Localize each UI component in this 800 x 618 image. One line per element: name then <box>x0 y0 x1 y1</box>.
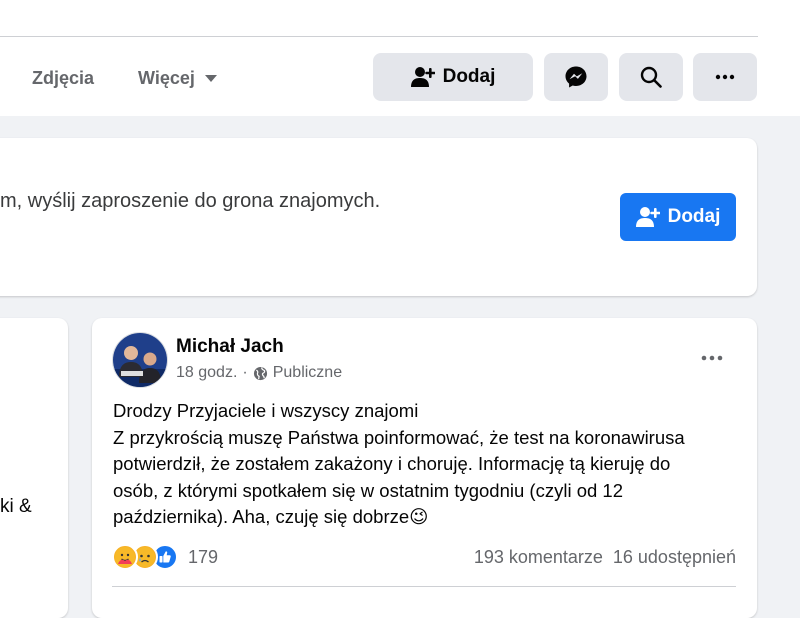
post-meta: 18 godz. · Publiczne <box>176 364 342 382</box>
intro-snippet: ki & <box>0 496 32 517</box>
post-stats: 193 komentarze 16 udostępnień <box>474 547 736 568</box>
add-friend-prompt: m, wyślij zaproszenie do grona znajomych… <box>0 190 381 212</box>
wink-emoji-icon: 😉 <box>409 506 429 527</box>
post-line: Drodzy Przyjaciele i wszyscy znajomi <box>113 400 419 421</box>
post-timestamp[interactable]: 18 godz. <box>176 364 237 382</box>
care-reaction-icon <box>112 544 138 570</box>
more-dots-icon <box>715 74 735 80</box>
post-line: października). Aha, czuję się dobrze <box>113 506 410 527</box>
more-dots-icon <box>701 355 723 361</box>
tab-more-label: Więcej <box>138 68 195 88</box>
more-options-button[interactable] <box>693 53 757 101</box>
post-divider <box>112 586 736 587</box>
add-friend-icon <box>410 67 435 87</box>
comments-count-link[interactable]: 193 komentarze <box>474 547 603 568</box>
shares-count-link[interactable]: 16 udostępnień <box>613 547 736 568</box>
post-author-name[interactable]: Michał Jach <box>176 336 284 358</box>
post-line: Z przykrością muszę Państwa poinformować… <box>113 426 685 448</box>
post-card: Michał Jach 18 godz. · Publiczne Drodzy … <box>92 318 757 618</box>
reaction-summary[interactable]: 179 <box>112 544 218 570</box>
add-friend-icon <box>635 207 660 227</box>
add-friend-button[interactable]: Dodaj <box>373 53 533 101</box>
add-friend-primary-label: Dodaj <box>667 206 721 227</box>
search-button[interactable] <box>619 53 683 101</box>
post-audience: Publiczne <box>272 364 343 381</box>
avatar-image <box>113 333 167 387</box>
tab-photos-label: Zdjęcia <box>32 68 95 88</box>
search-icon <box>640 66 662 88</box>
messenger-button[interactable] <box>544 53 608 101</box>
post-text: Drodzy Przyjaciele i wszyscy znajomi Z p… <box>113 398 743 531</box>
tab-photos[interactable]: Zdjęcia <box>32 62 94 94</box>
add-friend-label: Dodaj <box>442 66 496 87</box>
reaction-count: 179 <box>188 546 219 567</box>
add-friend-card: m, wyślij zaproszenie do grona znajomych… <box>0 138 757 296</box>
author-avatar[interactable] <box>112 332 168 388</box>
meta-separator: · <box>242 364 248 381</box>
post-line-last: października). Aha, czuję się dobrze😉 <box>113 504 743 531</box>
globe-icon <box>253 366 267 380</box>
tab-more[interactable]: Więcej <box>138 62 217 94</box>
profile-header: Zdjęcia Więcej Dodaj <box>0 0 800 116</box>
intro-card: ki & <box>0 318 68 618</box>
caret-down-icon <box>204 75 217 82</box>
add-friend-primary-button[interactable]: Dodaj <box>620 193 736 241</box>
post-line: potwierdził, że zostałem zakażony i chor… <box>113 453 671 474</box>
post-line: osób, z którymi spotkałem się w ostatnim… <box>113 479 623 501</box>
messenger-icon <box>565 66 587 88</box>
header-divider <box>0 36 758 37</box>
post-options-button[interactable] <box>692 342 732 374</box>
